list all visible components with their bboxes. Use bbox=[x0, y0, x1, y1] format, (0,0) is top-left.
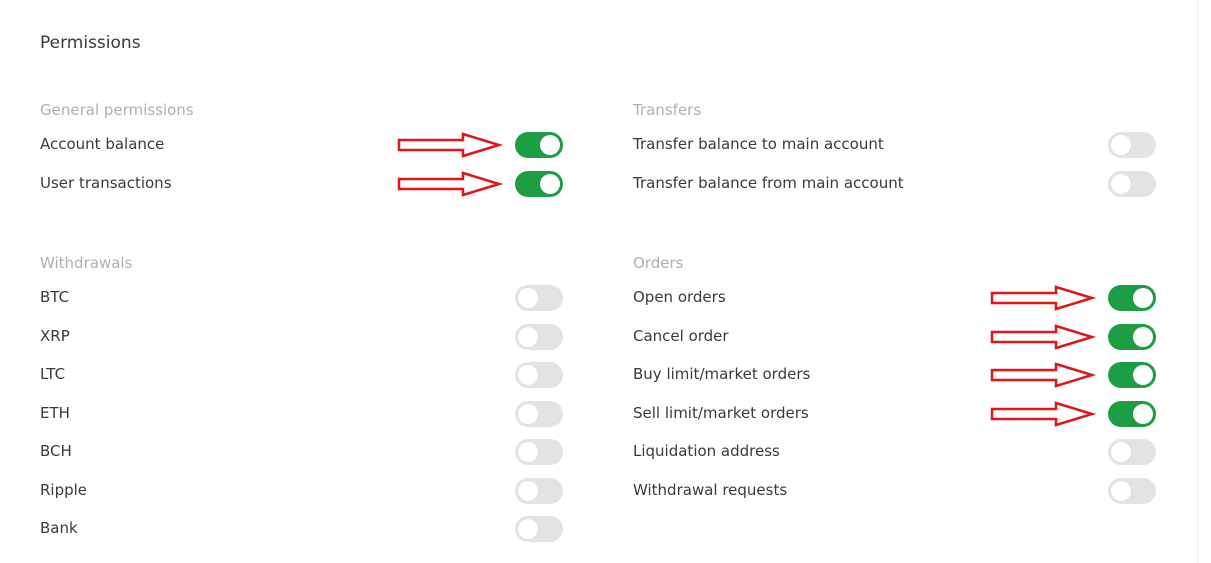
permission-row-withdrawals: LTC bbox=[40, 362, 565, 388]
permission-row-withdrawals: BCH bbox=[40, 439, 565, 465]
permission-row-withdrawals: Ripple bbox=[40, 478, 565, 504]
permission-label: Withdrawal requests bbox=[633, 481, 788, 499]
toggle-knob bbox=[540, 174, 560, 194]
permission-row-transfers: Transfer balance to main account bbox=[633, 132, 1158, 158]
annotation-arrow-icon bbox=[990, 362, 1097, 388]
permission-label: XRP bbox=[40, 327, 70, 345]
section-header-transfers: Transfers bbox=[633, 101, 702, 119]
permission-label: Transfer balance to main account bbox=[633, 135, 884, 153]
permission-toggle[interactable] bbox=[515, 439, 563, 465]
permission-label: Bank bbox=[40, 519, 78, 537]
permission-label: Liquidation address bbox=[633, 442, 780, 460]
toggle-knob bbox=[1133, 288, 1153, 308]
toggle-knob bbox=[518, 288, 538, 308]
permission-row-withdrawals: ETH bbox=[40, 401, 565, 427]
permission-label: Buy limit/market orders bbox=[633, 365, 811, 383]
permission-label: Cancel order bbox=[633, 327, 729, 345]
toggle-knob bbox=[1111, 481, 1131, 501]
permission-label: Transfer balance from main account bbox=[633, 174, 904, 192]
permission-row-withdrawals: Bank bbox=[40, 516, 565, 542]
toggle-knob bbox=[1133, 365, 1153, 385]
section-header-withdrawals: Withdrawals bbox=[40, 254, 133, 272]
permissions-page: Permissions General permissions Account b… bbox=[0, 0, 1211, 563]
annotation-arrow-icon bbox=[397, 132, 504, 158]
permission-toggle[interactable] bbox=[1108, 401, 1156, 427]
permission-label: Account balance bbox=[40, 135, 165, 153]
permission-label: Open orders bbox=[633, 288, 726, 306]
permission-toggle[interactable] bbox=[1108, 324, 1156, 350]
permission-label: Ripple bbox=[40, 481, 88, 499]
annotation-arrow-icon bbox=[990, 285, 1097, 311]
permission-row-orders: Liquidation address bbox=[633, 439, 1158, 465]
permission-toggle[interactable] bbox=[1108, 478, 1156, 504]
permission-row-orders: Withdrawal requests bbox=[633, 478, 1158, 504]
toggle-knob bbox=[1111, 135, 1131, 155]
permission-row-withdrawals: XRP bbox=[40, 324, 565, 350]
toggle-knob bbox=[1111, 174, 1131, 194]
toggle-knob bbox=[518, 481, 538, 501]
toggle-knob bbox=[518, 365, 538, 385]
permission-toggle[interactable] bbox=[515, 324, 563, 350]
permission-toggle[interactable] bbox=[1108, 132, 1156, 158]
section-header-orders: Orders bbox=[633, 254, 684, 272]
permission-label: BCH bbox=[40, 442, 72, 460]
toggle-knob bbox=[518, 442, 538, 462]
permission-toggle[interactable] bbox=[515, 132, 563, 158]
permission-row-transfers: Transfer balance from main account bbox=[633, 171, 1158, 197]
toggle-knob bbox=[1111, 442, 1131, 462]
permission-toggle[interactable] bbox=[515, 401, 563, 427]
permission-label: User transactions bbox=[40, 174, 172, 192]
permission-toggle[interactable] bbox=[1108, 171, 1156, 197]
permission-toggle[interactable] bbox=[515, 478, 563, 504]
permission-toggle[interactable] bbox=[515, 285, 563, 311]
permission-label: BTC bbox=[40, 288, 70, 306]
annotation-arrow-icon bbox=[990, 401, 1097, 427]
toggle-knob bbox=[518, 327, 538, 347]
page-title: Permissions bbox=[40, 33, 141, 53]
permission-toggle[interactable] bbox=[515, 362, 563, 388]
toggle-knob bbox=[1133, 327, 1153, 347]
permission-toggle[interactable] bbox=[515, 171, 563, 197]
toggle-knob bbox=[518, 404, 538, 424]
permission-toggle[interactable] bbox=[1108, 362, 1156, 388]
toggle-knob bbox=[540, 135, 560, 155]
permission-toggle[interactable] bbox=[1108, 439, 1156, 465]
annotation-arrow-icon bbox=[397, 171, 504, 197]
permission-label: Sell limit/market orders bbox=[633, 404, 809, 422]
panel-border bbox=[1197, 0, 1198, 563]
section-header-general: General permissions bbox=[40, 101, 194, 119]
annotation-arrow-icon bbox=[990, 324, 1097, 350]
toggle-knob bbox=[518, 519, 538, 539]
permission-label: ETH bbox=[40, 404, 70, 422]
permission-toggle[interactable] bbox=[515, 516, 563, 542]
permission-label: LTC bbox=[40, 365, 66, 383]
permission-toggle[interactable] bbox=[1108, 285, 1156, 311]
toggle-knob bbox=[1133, 404, 1153, 424]
permission-row-withdrawals: BTC bbox=[40, 285, 565, 311]
